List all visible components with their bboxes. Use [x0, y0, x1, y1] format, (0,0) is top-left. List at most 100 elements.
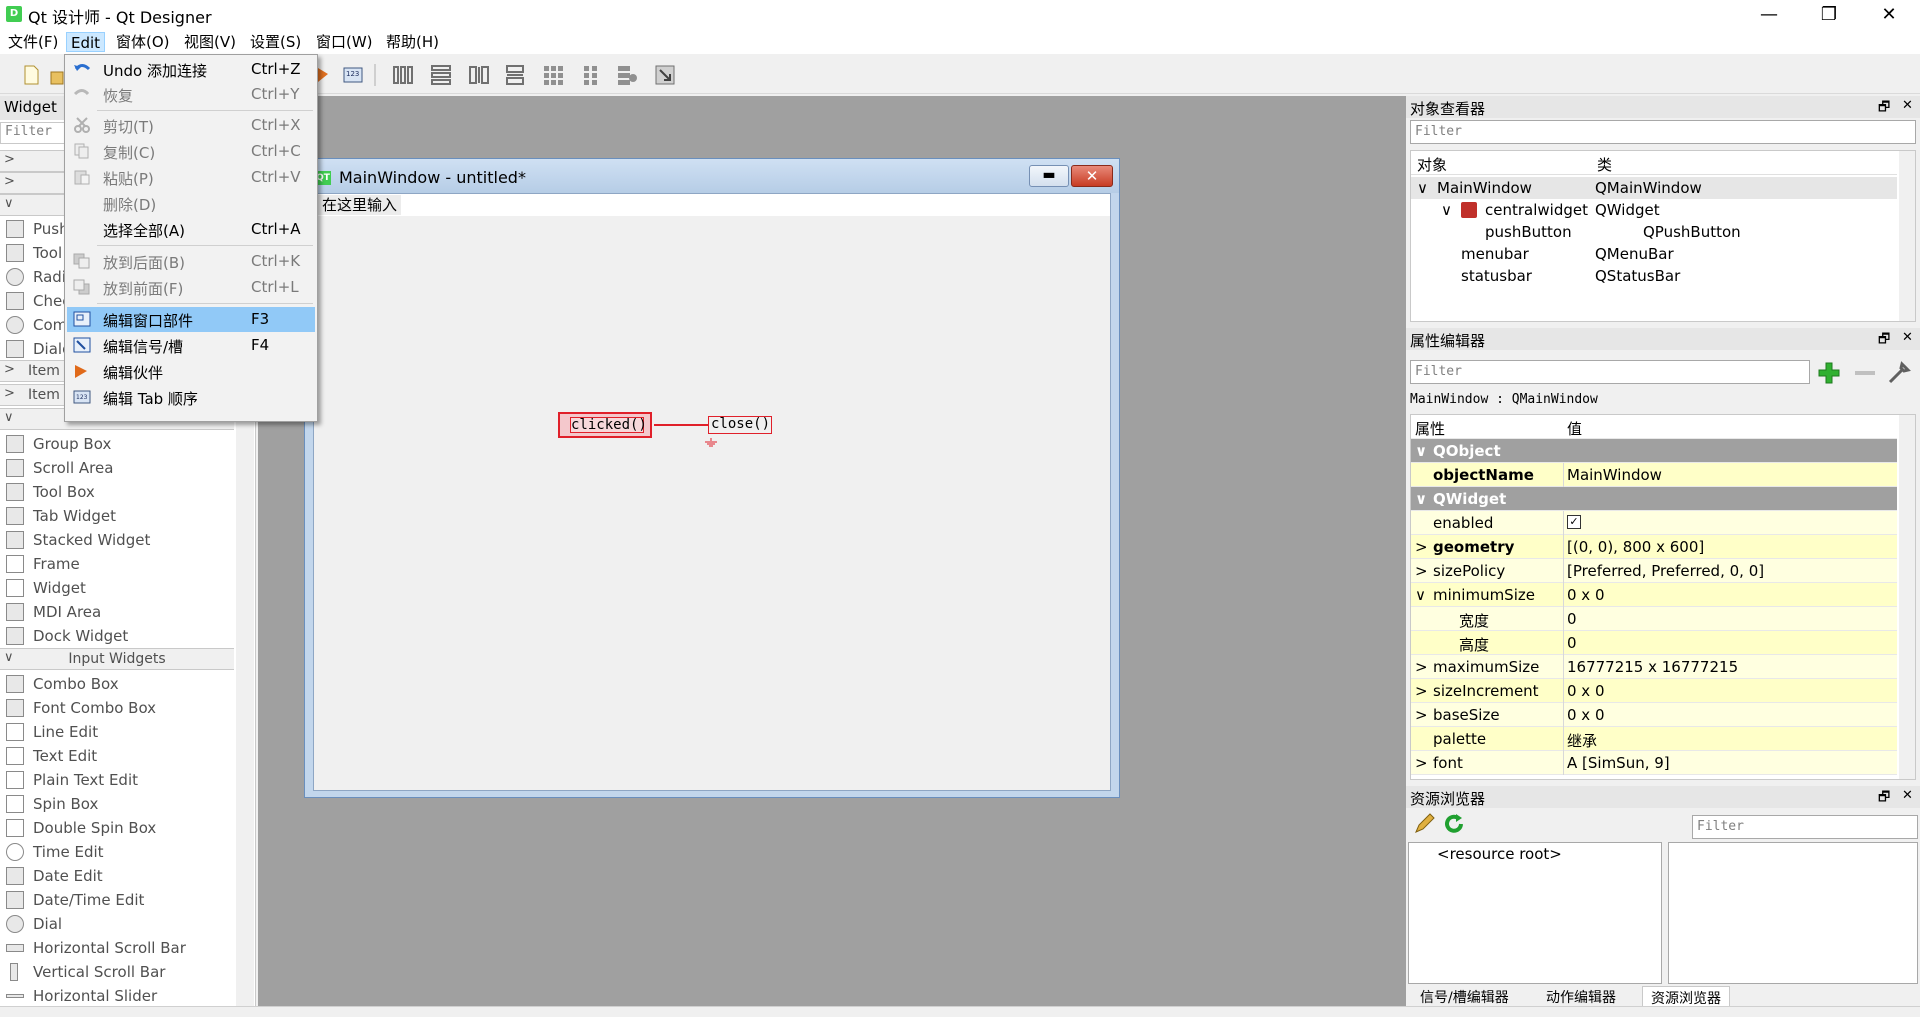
adjust-size-icon[interactable]	[654, 64, 676, 86]
resource-root-item[interactable]: <resource root>	[1437, 845, 1562, 863]
widget-item-tool-box[interactable]: Tool Box	[0, 480, 234, 504]
resource-tree[interactable]: <resource root>	[1408, 842, 1662, 984]
widget-item-text-edit[interactable]: Text Edit	[0, 744, 234, 768]
widget-item-dial[interactable]: Dial	[0, 912, 234, 936]
resource-list[interactable]	[1668, 842, 1918, 984]
property-row-enabled[interactable]: enabled ✓	[1411, 511, 1897, 535]
menu-help[interactable]: 帮助(H)	[382, 32, 443, 52]
slot-label[interactable]: close()	[708, 416, 772, 434]
menu-item-edit-widgets[interactable]: 编辑窗口部件 F3	[67, 307, 315, 332]
property-row-size-policy[interactable]: > sizePolicy [Preferred, Preferred, 0, 0]	[1411, 559, 1897, 583]
widget-item-mdi-area[interactable]: MDI Area	[0, 600, 234, 624]
column-object[interactable]: 对象	[1417, 154, 1447, 175]
chevron-down-icon[interactable]: ∨	[1417, 179, 1428, 197]
widget-item-plain-text-edit[interactable]: Plain Text Edit	[0, 768, 234, 792]
chevron-right-icon[interactable]: >	[1415, 706, 1428, 724]
menu-form[interactable]: 窗体(O)	[112, 32, 174, 52]
property-row-size-increment[interactable]: > sizeIncrement 0 x 0	[1411, 679, 1897, 703]
widget-item-date-time-edit[interactable]: Date/Time Edit	[0, 888, 234, 912]
float-dock-icon[interactable]: 🗗	[1878, 788, 1890, 810]
property-row-minimum-size[interactable]: ∨ minimumSize 0 x 0	[1411, 583, 1897, 607]
widget-item-frame[interactable]: Frame	[0, 552, 234, 576]
widget-item-group-box[interactable]: Group Box	[0, 432, 234, 456]
close-dock-icon[interactable]: ✕	[1902, 788, 1913, 803]
widget-category-input-widgets[interactable]: ∨ Input Widgets	[0, 648, 234, 670]
property-row-base-size[interactable]: > baseSize 0 x 0	[1411, 703, 1897, 727]
float-dock-icon[interactable]: 🗗	[1878, 330, 1890, 352]
property-filter-input[interactable]: Filter	[1410, 360, 1810, 384]
property-table-scrollbar[interactable]	[1899, 415, 1915, 779]
widget-item-time-edit[interactable]: Time Edit	[0, 840, 234, 864]
object-tree-scrollbar[interactable]	[1899, 151, 1915, 321]
tab-resource-browser[interactable]: 资源浏览器	[1642, 986, 1730, 1007]
tree-row[interactable]: pushButton QPushButton	[1411, 221, 1897, 243]
add-dynamic-property-icon[interactable]	[1816, 360, 1842, 386]
form-minimize-button[interactable]: ▬	[1029, 165, 1069, 187]
menu-view[interactable]: 视图(V)	[180, 32, 240, 52]
menu-edit[interactable]: Edit	[66, 32, 106, 52]
edit-buddies-icon[interactable]	[316, 64, 338, 86]
menu-item-copy[interactable]: 复制(C) Ctrl+C	[67, 139, 315, 164]
widget-filter-input[interactable]: Filter	[0, 122, 66, 144]
property-row-geometry[interactable]: > geometry [(0, 0), 800 x 600]	[1411, 535, 1897, 559]
widget-item-vertical-scroll-bar[interactable]: Vertical Scroll Bar	[0, 960, 234, 984]
chevron-down-icon[interactable]: ∨	[1415, 586, 1426, 604]
close-button[interactable]: ✕	[1866, 0, 1912, 30]
widget-item-widget[interactable]: Widget	[0, 576, 234, 600]
column-class[interactable]: 类	[1597, 154, 1612, 175]
column-value[interactable]: 值	[1567, 418, 1582, 439]
chevron-down-icon[interactable]: ∨	[1441, 201, 1452, 219]
property-row-font[interactable]: > font A [SimSun, 9]	[1411, 751, 1897, 775]
widget-item-dock-widget[interactable]: Dock Widget	[0, 624, 234, 648]
menu-item-bring-to-front[interactable]: 放到前面(F) Ctrl+L	[67, 275, 315, 300]
form-canvas[interactable]: 在这里输入 clicked() close()	[313, 193, 1111, 791]
new-file-icon[interactable]	[20, 64, 42, 86]
close-dock-icon[interactable]: ✕	[1902, 330, 1913, 345]
reload-icon[interactable]	[1442, 812, 1466, 836]
menu-item-cut[interactable]: 剪切(T) Ctrl+X	[67, 113, 315, 138]
form-menu-type-here[interactable]: 在这里输入	[318, 195, 402, 215]
tab-signal-slot-editor[interactable]: 信号/槽编辑器	[1412, 986, 1517, 1006]
layout-grid-icon[interactable]	[542, 64, 564, 86]
property-row-min-width[interactable]: 宽度 0	[1411, 607, 1897, 631]
minimize-button[interactable]: —	[1746, 0, 1792, 30]
chevron-right-icon[interactable]: >	[1415, 658, 1428, 676]
chevron-right-icon[interactable]: >	[1415, 562, 1428, 580]
widget-item-line-edit[interactable]: Line Edit	[0, 720, 234, 744]
widget-item-combo-box[interactable]: Combo Box	[0, 672, 234, 696]
tab-action-editor[interactable]: 动作编辑器	[1538, 986, 1624, 1006]
layout-vertical-icon[interactable]	[430, 64, 452, 86]
widget-box-scrollbar[interactable]	[236, 420, 254, 1006]
property-group-qwidget[interactable]: ∨ QWidget	[1411, 487, 1897, 511]
form-window[interactable]: QT MainWindow - untitled* ▬ ✕ 在这里输入 clic…	[304, 158, 1120, 798]
tree-row[interactable]: ∨ MainWindow QMainWindow	[1411, 177, 1897, 199]
menu-item-edit-signals-slots[interactable]: 编辑信号/槽 F4	[67, 333, 315, 358]
float-dock-icon[interactable]: 🗗	[1878, 98, 1890, 120]
layout-horizontal-splitter-icon[interactable]	[468, 64, 490, 86]
form-menubar[interactable]: 在这里输入	[314, 194, 1110, 216]
tree-row[interactable]: statusbar QStatusBar	[1411, 265, 1897, 287]
menu-item-select-all[interactable]: 选择全部(A) Ctrl+A	[67, 217, 315, 242]
menu-item-send-to-back[interactable]: 放到后面(B) Ctrl+K	[67, 249, 315, 274]
widget-item-horizontal-slider[interactable]: Horizontal Slider	[0, 984, 234, 1008]
menu-item-undo[interactable]: Undo 添加连接 Ctrl+Z	[67, 57, 315, 82]
widget-item-double-spin-box[interactable]: Double Spin Box	[0, 816, 234, 840]
chevron-right-icon[interactable]: >	[1415, 538, 1428, 556]
widget-item-stacked-widget[interactable]: Stacked Widget	[0, 528, 234, 552]
chevron-right-icon[interactable]: >	[1415, 682, 1428, 700]
signal-slot-connection-line[interactable]	[654, 424, 708, 426]
menu-settings[interactable]: 设置(S)	[246, 32, 305, 52]
widget-item-font-combo-box[interactable]: Font Combo Box	[0, 696, 234, 720]
widget-item-spin-box[interactable]: Spin Box	[0, 792, 234, 816]
layout-vertical-splitter-icon[interactable]	[504, 64, 526, 86]
push-button-signal-endpoint[interactable]: clicked()	[558, 412, 652, 438]
menu-item-delete[interactable]: 删除(D)	[67, 191, 315, 216]
close-dock-icon[interactable]: ✕	[1902, 98, 1913, 113]
property-row-palette[interactable]: palette 继承	[1411, 727, 1897, 751]
object-filter-input[interactable]: Filter	[1410, 120, 1916, 144]
edit-tab-order-icon[interactable]: 123	[342, 64, 364, 86]
break-layout-icon[interactable]	[616, 64, 638, 86]
layout-horizontal-icon[interactable]	[392, 64, 414, 86]
chevron-right-icon[interactable]: >	[1415, 754, 1428, 772]
form-title-bar[interactable]: QT MainWindow - untitled* ▬ ✕	[305, 159, 1119, 193]
